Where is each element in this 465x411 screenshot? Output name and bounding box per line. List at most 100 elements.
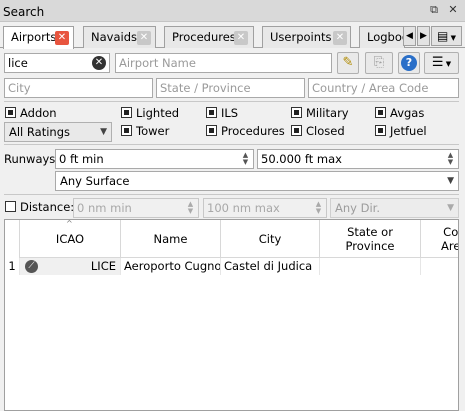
checkbox-box (121, 107, 132, 118)
ident-search-input[interactable]: lice ✕ (4, 53, 110, 73)
checkbox-box (291, 107, 302, 118)
jetfuel-checkbox[interactable]: Jetfuel (375, 124, 427, 140)
closed-checkbox[interactable]: Closed (291, 124, 345, 140)
avgas-label: Avgas (390, 106, 425, 120)
distance-max-spinbox[interactable]: 100 nm max ▲ ▼ (203, 198, 327, 218)
tab-label: Procedures (172, 30, 236, 44)
ident-value: lice (8, 56, 28, 70)
tab-menu-icon[interactable]: ▤ ▼ (431, 26, 462, 46)
direction-select[interactable]: Any Dir. ▼ (330, 198, 459, 218)
column-label: Co Are (441, 224, 459, 253)
spin-arrows-icon[interactable]: ▲ ▼ (185, 201, 196, 215)
closed-label: Closed (306, 124, 345, 138)
icao-cell: ⟋ LICE (20, 258, 121, 275)
airport-name-placeholder: Airport Name (119, 56, 196, 70)
runway-min-value: 0 ft min (59, 152, 104, 166)
checkbox-box (5, 107, 16, 118)
help-button[interactable]: ? (398, 52, 420, 74)
country-cell (421, 258, 458, 275)
reset-search-button[interactable]: ⎘ (365, 52, 393, 74)
divider (4, 101, 459, 102)
country-placeholder: Country / Area Code (312, 81, 429, 95)
checkbox-box (375, 107, 386, 118)
tab-label: Logboo (367, 30, 405, 44)
menu-button[interactable]: ☰ ▼ (424, 52, 459, 74)
checkbox-box (5, 201, 16, 212)
city-placeholder: City (8, 81, 31, 95)
ils-checkbox[interactable]: ILS (206, 106, 238, 122)
checkbox-box (121, 125, 132, 136)
state-placeholder: State / Province (160, 81, 251, 95)
distance-max-value: 100 nm max (207, 201, 280, 215)
procedures-checkbox[interactable]: Procedures (206, 124, 285, 140)
hamburger-icon: ☰ ▼ (431, 55, 452, 70)
ratings-value: All Ratings (9, 125, 70, 139)
country-input[interactable]: Country / Area Code (308, 78, 459, 98)
help-icon: ? (401, 55, 417, 71)
search-options-button[interactable]: ✎ (337, 52, 359, 74)
column-header-icao[interactable]: ^ ICAO (20, 220, 121, 258)
distance-checkbox[interactable]: Distance: (5, 200, 74, 216)
tab-airports[interactable]: Airports ✕ (3, 26, 74, 49)
tab-scroll-left-icon[interactable]: ◀ (403, 26, 416, 46)
surface-select[interactable]: Any Surface ▼ (55, 171, 459, 191)
tab-close-icon[interactable]: ✕ (333, 31, 347, 45)
tower-checkbox[interactable]: Tower (121, 124, 169, 140)
name-cell: Aeroporto Cugno (121, 258, 221, 275)
state-cell (320, 258, 421, 275)
city-cell: Castel di Judica (221, 258, 320, 275)
distance-min-spinbox[interactable]: 0 nm min ▲ ▼ (73, 198, 199, 218)
spin-arrows-icon[interactable]: ▲ ▼ (445, 152, 456, 166)
column-header-country[interactable]: Co Are (421, 220, 459, 258)
column-header-city[interactable]: City (221, 220, 320, 258)
column-label: ICAO (55, 231, 85, 246)
chevron-down-icon: ▼ (447, 203, 454, 213)
tab-logbook[interactable]: Logboo (359, 26, 405, 48)
military-checkbox[interactable]: Military (291, 106, 349, 122)
tab-procedures[interactable]: Procedures ✕ (164, 26, 254, 48)
divider (4, 194, 459, 195)
column-label: State or Province (345, 224, 395, 253)
close-icon[interactable]: ✕ (446, 3, 460, 17)
lighted-label: Lighted (136, 106, 180, 120)
checkbox-box (206, 125, 217, 136)
distance-label: Distance: (20, 200, 75, 214)
tab-scroll-right-icon[interactable]: ▶ (417, 26, 430, 46)
clear-icon[interactable]: ✕ (92, 56, 106, 70)
tab-close-icon[interactable]: ✕ (55, 31, 69, 45)
avgas-checkbox[interactable]: Avgas (375, 106, 424, 122)
runways-label: Runways: (4, 152, 60, 166)
chevron-down-icon: ▼ (100, 127, 107, 137)
tab-label: Navaids (91, 30, 137, 44)
procedures-label: Procedures (221, 124, 285, 138)
tab-userpoints[interactable]: Userpoints ✕ (262, 26, 351, 48)
state-input[interactable]: State / Province (156, 78, 305, 98)
chevron-down-icon: ▼ (447, 176, 454, 186)
city-input[interactable]: City (4, 78, 153, 98)
divider (4, 144, 459, 145)
lighted-checkbox[interactable]: Lighted (121, 106, 179, 122)
icao-value: LICE (90, 259, 116, 273)
ratings-select[interactable]: All Ratings ▼ (4, 122, 112, 142)
float-window-icon[interactable]: ⧉ (427, 3, 441, 17)
airport-type-icon: ⟋ (25, 260, 38, 273)
spin-arrows-icon[interactable]: ▲ ▼ (313, 201, 324, 215)
addon-checkbox[interactable]: Addon (5, 106, 57, 122)
column-header-state[interactable]: State or Province (320, 220, 421, 258)
column-header-name[interactable]: Name (121, 220, 221, 258)
jetfuel-label: Jetfuel (390, 124, 427, 138)
tab-close-icon[interactable]: ✕ (234, 31, 248, 45)
tab-label: Userpoints (270, 30, 332, 44)
direction-value: Any Dir. (335, 201, 380, 215)
runway-min-spinbox[interactable]: 0 ft min ▲ ▼ (55, 149, 254, 169)
airport-name-input[interactable]: Airport Name (115, 53, 332, 73)
tab-navaids[interactable]: Navaids ✕ (83, 26, 156, 48)
spin-arrows-icon[interactable]: ▲ ▼ (240, 152, 251, 166)
search-wand-icon: ✎ (342, 55, 354, 70)
tower-label: Tower (136, 124, 170, 138)
window-title: Search (3, 5, 45, 19)
results-table: ^ ICAO Name City State or Province Co Ar… (4, 219, 459, 411)
military-label: Military (306, 106, 349, 120)
tab-close-icon[interactable]: ✕ (137, 31, 151, 45)
runway-max-spinbox[interactable]: 50.000 ft max ▲ ▼ (257, 149, 459, 169)
